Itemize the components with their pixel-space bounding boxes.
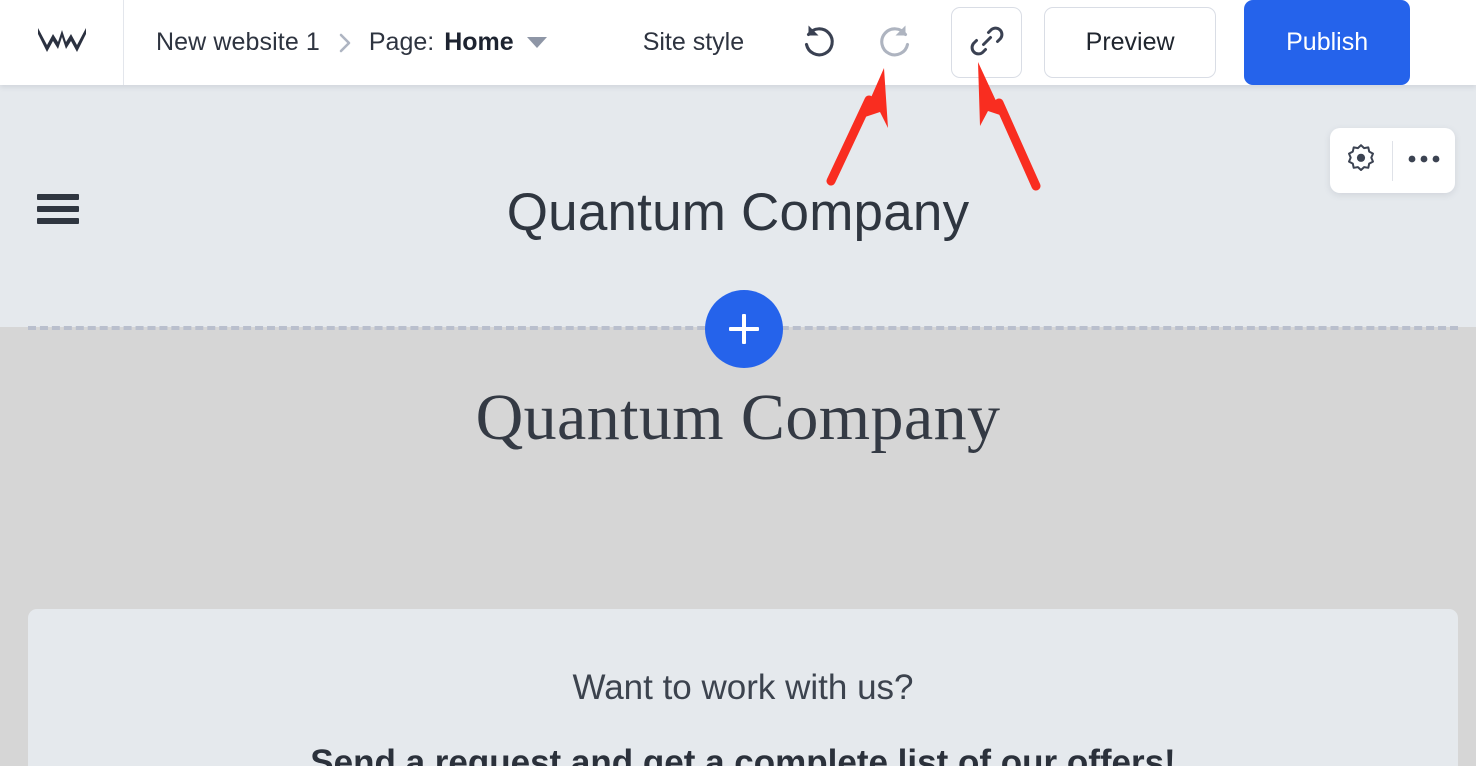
add-section-button[interactable] [705, 290, 783, 368]
undo-icon [798, 20, 840, 65]
undo-button[interactable] [797, 21, 841, 65]
cta-heading: Want to work with us? [572, 668, 914, 707]
caret-down-icon[interactable] [526, 37, 547, 48]
logo-cell[interactable] [0, 0, 124, 85]
publish-button[interactable]: Publish [1244, 0, 1411, 85]
section-settings-button[interactable] [1330, 128, 1392, 193]
breadcrumb-site-name[interactable]: New website 1 [156, 28, 320, 57]
website-canvas: Quantum Company Quantum Company Want to … [0, 85, 1476, 766]
site-style-button[interactable]: Site style [643, 28, 744, 57]
link-icon [969, 23, 1005, 62]
cta-card[interactable]: Want to work with us? Send a request and… [28, 609, 1458, 766]
more-horizontal-icon [1407, 152, 1441, 170]
chevron-right-icon [338, 32, 353, 54]
redo-button[interactable] [873, 21, 917, 65]
preview-button[interactable]: Preview [1044, 7, 1217, 78]
breadcrumb: New website 1 Page: Home [156, 28, 547, 57]
history-controls [797, 21, 917, 65]
plus-icon [729, 314, 759, 344]
hero-section[interactable]: Quantum Company [0, 85, 1476, 368]
gear-icon [1346, 143, 1376, 178]
body-heading[interactable]: Quantum Company [0, 380, 1476, 456]
section-settings-pod [1330, 128, 1455, 193]
section-more-options-button[interactable] [1393, 128, 1455, 193]
weblium-editor-window: New website 1 Page: Home Site style Prev… [0, 0, 1476, 766]
editor-topbar: New website 1 Page: Home Site style Prev… [0, 0, 1476, 85]
body-section[interactable]: Quantum Company Want to work with us? Se… [0, 327, 1476, 766]
breadcrumb-page-value[interactable]: Home [444, 28, 513, 57]
share-link-button[interactable] [951, 7, 1023, 78]
breadcrumb-page-label: Page: [368, 28, 435, 56]
weblium-logo-icon[interactable] [36, 22, 88, 63]
cta-subheading: Send a request and get a complete list o… [310, 743, 1176, 766]
hero-site-title[interactable]: Quantum Company [0, 182, 1476, 243]
redo-icon [874, 20, 916, 65]
